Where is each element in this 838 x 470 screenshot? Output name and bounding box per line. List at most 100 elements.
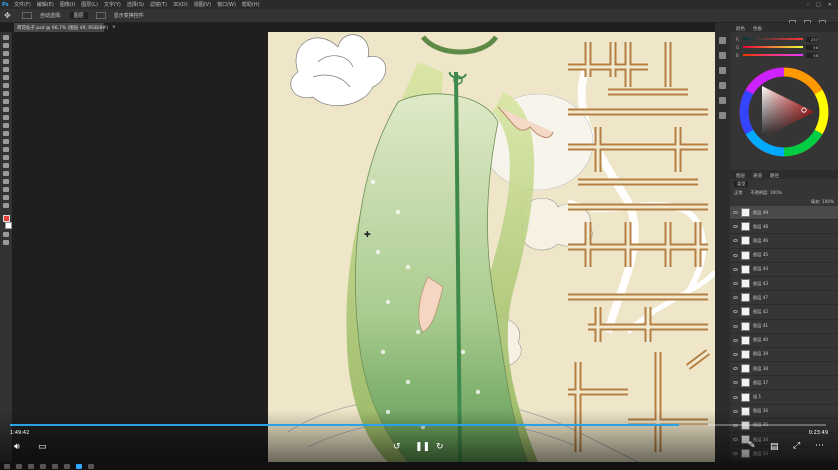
app-icon-2[interactable] — [52, 463, 58, 469]
history-panel-icon[interactable] — [719, 37, 726, 44]
quick-mask-icon[interactable] — [3, 232, 9, 237]
app-icon-3[interactable] — [64, 463, 70, 469]
artwork-canvas[interactable] — [268, 32, 715, 462]
visibility-eye-icon[interactable] — [733, 324, 738, 328]
layer-row[interactable]: 组 1 — [730, 390, 838, 405]
tab-color[interactable]: 颜色 — [736, 26, 745, 32]
visibility-eye-icon[interactable] — [733, 310, 738, 314]
visibility-eye-icon[interactable] — [733, 352, 738, 356]
menu-layer[interactable]: 图层(L) — [81, 1, 98, 8]
gradient-icon[interactable] — [3, 131, 9, 136]
color-wheel[interactable] — [730, 62, 838, 162]
auto-select-checkbox[interactable] — [22, 12, 32, 19]
layer-row[interactable]: 图层 42 — [730, 305, 838, 320]
slider-r[interactable]: R 237 — [736, 35, 832, 43]
quick-select-icon[interactable] — [3, 59, 9, 64]
visibility-eye-icon[interactable] — [733, 211, 738, 215]
more-options-icon[interactable]: ⋯ — [815, 441, 824, 451]
visibility-eye-icon[interactable] — [733, 296, 738, 300]
layer-row[interactable]: 图层 39 — [730, 348, 838, 363]
menu-edit[interactable]: 编辑(E) — [37, 1, 54, 8]
maximize-icon[interactable]: □ — [816, 2, 821, 8]
app-icon-1[interactable] — [40, 463, 46, 469]
layer-row[interactable]: 图层 40 — [730, 334, 838, 348]
crop-icon[interactable] — [3, 67, 9, 72]
fill-field[interactable]: 填充: 100% — [811, 199, 834, 205]
history-brush-icon[interactable] — [3, 115, 9, 120]
menu-select[interactable]: 选择(S) — [127, 1, 144, 8]
adjustments-panel-icon[interactable] — [719, 67, 726, 74]
more-tools-icon[interactable] — [3, 203, 9, 208]
shape-icon[interactable] — [3, 179, 9, 184]
visibility-eye-icon[interactable] — [733, 338, 738, 342]
blur-icon[interactable] — [3, 139, 9, 144]
pause-icon[interactable]: ❚❚ — [415, 442, 430, 452]
close-tab-icon[interactable]: × — [112, 25, 116, 30]
eraser-icon[interactable] — [3, 123, 9, 128]
zoom-icon[interactable] — [3, 195, 9, 200]
show-transform-checkbox[interactable] — [95, 12, 106, 19]
pen-icon[interactable] — [3, 155, 9, 160]
frame-icon[interactable] — [3, 75, 9, 80]
visibility-eye-icon[interactable] — [733, 367, 738, 371]
app-icon-4[interactable] — [88, 463, 94, 469]
layer-row[interactable]: 图层 46 — [730, 234, 838, 249]
layer-row[interactable]: 图层 41 — [730, 320, 838, 334]
tab-channels[interactable]: 通道 — [753, 173, 762, 179]
visibility-eye-icon[interactable] — [733, 395, 738, 399]
opacity-field[interactable]: 不透明度: 100% — [750, 190, 781, 196]
properties-panel-icon[interactable] — [719, 52, 726, 59]
lasso-icon[interactable] — [3, 51, 9, 56]
volume-icon[interactable]: 🔊︎ — [14, 442, 20, 452]
path-select-icon[interactable] — [3, 171, 9, 176]
slider-b-track[interactable] — [743, 54, 803, 56]
fullscreen-icon[interactable]: ⤢ — [793, 441, 800, 451]
minimize-icon[interactable]: – — [807, 2, 810, 8]
layer-row[interactable]: 图层 43 — [730, 277, 838, 292]
hand-icon[interactable] — [3, 187, 9, 192]
layer-row[interactable]: 图层 48 — [730, 220, 838, 235]
layer-row[interactable]: 图层 38 — [730, 362, 838, 377]
photoshop-taskbar-icon[interactable] — [76, 463, 82, 469]
tab-layers[interactable]: 图层 — [736, 173, 745, 179]
search-taskbar-icon[interactable] — [16, 463, 22, 469]
document-tab[interactable]: 荷花仙子.psd @ 66.7% (图层 49, RGB/8#) × — [14, 23, 116, 32]
menu-image[interactable]: 图像(I) — [60, 1, 75, 8]
slider-g-value[interactable]: 56 — [806, 44, 818, 50]
foreground-color-swatch[interactable] — [2, 215, 10, 222]
healing-icon[interactable] — [3, 91, 9, 96]
visibility-eye-icon[interactable] — [733, 253, 738, 257]
taskview-icon[interactable] — [28, 463, 34, 469]
layer-row[interactable]: 图层 47 — [730, 291, 838, 306]
stamp-icon[interactable] — [3, 107, 9, 112]
brush-settings-icon[interactable] — [719, 82, 726, 89]
ps-logo-icon[interactable]: Ps — [2, 2, 9, 8]
eyedropper-icon[interactable] — [3, 83, 9, 88]
menu-window[interactable]: 窗口(W) — [217, 1, 236, 8]
layer-row[interactable]: 图层 45 — [730, 249, 838, 263]
menu-file[interactable]: 文件(F) — [14, 1, 31, 8]
slider-r-track[interactable] — [743, 38, 803, 40]
paragraph-panel-icon[interactable] — [719, 112, 726, 119]
start-icon[interactable] — [4, 463, 10, 469]
layer-row[interactable]: 图层 37 — [730, 376, 838, 391]
screen-mode-icon[interactable] — [3, 240, 9, 245]
forward-icon[interactable]: ↻ — [436, 442, 444, 452]
visibility-eye-icon[interactable] — [733, 267, 738, 271]
tab-paths[interactable]: 路径 — [770, 173, 779, 179]
slider-r-value[interactable]: 237 — [806, 36, 818, 42]
slider-b-value[interactable]: 56 — [806, 52, 818, 58]
background-color-swatch[interactable] — [4, 222, 12, 229]
pen-tool-icon[interactable]: ✎ — [748, 441, 756, 451]
move-icon[interactable] — [3, 35, 9, 40]
visibility-eye-icon[interactable] — [733, 239, 738, 243]
move-tool-icon[interactable]: ✥ — [4, 11, 11, 20]
layer-row[interactable]: 图层 49 — [730, 206, 838, 221]
canvas-area[interactable]: ✚ — [12, 32, 715, 462]
brush-icon[interactable] — [3, 99, 9, 104]
type-icon[interactable] — [3, 163, 9, 168]
video-progress-bar[interactable] — [10, 424, 826, 426]
auto-select-target[interactable]: 图层 — [69, 12, 88, 19]
blend-mode-select[interactable]: 正常 — [734, 190, 742, 196]
slider-b[interactable]: B 56 — [736, 51, 832, 59]
